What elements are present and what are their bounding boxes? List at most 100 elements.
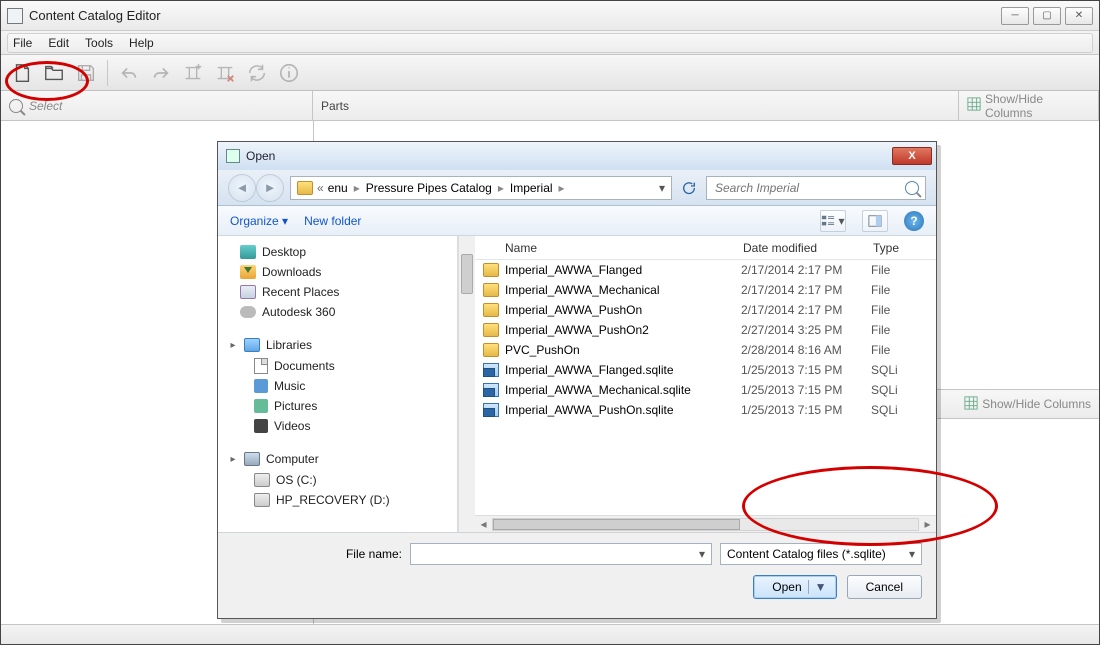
refresh-icon[interactable] — [242, 59, 272, 87]
window-titlebar: Content Catalog Editor ─ ▢ ✕ — [1, 1, 1099, 31]
folder-icon — [483, 263, 499, 277]
tree-drive-d[interactable]: HP_RECOVERY (D:) — [222, 490, 453, 510]
drive-icon — [254, 493, 270, 507]
menu-tools[interactable]: Tools — [77, 34, 121, 52]
menu-file[interactable]: File — [5, 34, 40, 52]
file-row[interactable]: Imperial_AWWA_Mechanical2/17/2014 2:17 P… — [475, 280, 936, 300]
col-name[interactable]: Name — [475, 241, 735, 255]
folder-icon — [483, 343, 499, 357]
dialog-titlebar: Open X — [218, 142, 936, 170]
file-date: 2/28/2014 8:16 AM — [741, 343, 871, 357]
col-type[interactable]: Type — [865, 241, 936, 255]
sqlite-icon — [483, 383, 499, 397]
file-name: Imperial_AWWA_Flanged.sqlite — [505, 363, 741, 377]
save-icon[interactable] — [71, 59, 101, 87]
open-button[interactable]: Open▼ — [753, 575, 836, 599]
tree-music[interactable]: Music — [222, 376, 453, 396]
undo-icon[interactable] — [114, 59, 144, 87]
breadcrumb-seg-2[interactable]: Imperial — [510, 181, 553, 195]
dialog-search[interactable] — [706, 176, 926, 200]
filename-label: File name: — [232, 547, 402, 561]
tree-libraries[interactable]: ▸Libraries — [222, 334, 453, 356]
dialog-search-input[interactable] — [713, 180, 893, 196]
recent-icon — [240, 285, 256, 299]
redo-icon[interactable] — [146, 59, 176, 87]
breadcrumb-seg-0[interactable]: enu — [328, 181, 348, 195]
file-row[interactable]: Imperial_AWWA_Flanged2/17/2014 2:17 PMFi… — [475, 260, 936, 280]
tree-videos[interactable]: Videos — [222, 416, 453, 436]
cancel-button[interactable]: Cancel — [847, 575, 922, 599]
file-row[interactable]: Imperial_AWWA_Mechanical.sqlite1/25/2013… — [475, 380, 936, 400]
info-icon[interactable] — [274, 59, 304, 87]
nav-refresh-button[interactable] — [678, 177, 700, 199]
tree-downloads[interactable]: Downloads — [222, 262, 453, 282]
dialog-close-button[interactable]: X — [892, 147, 932, 165]
tree-recent-places[interactable]: Recent Places — [222, 282, 453, 302]
delete-part-icon[interactable] — [210, 59, 240, 87]
nav-forward-button[interactable]: ► — [256, 174, 284, 202]
status-strip — [1, 624, 1099, 644]
file-row[interactable]: PVC_PushOn2/28/2014 8:16 AMFile — [475, 340, 936, 360]
file-type: SQLi — [871, 363, 936, 377]
tree-filter-panel[interactable]: Select — [1, 91, 313, 120]
menu-bar: File Edit Tools Help — [1, 31, 1099, 55]
tree-pictures[interactable]: Pictures — [222, 396, 453, 416]
preview-pane-button[interactable] — [862, 210, 888, 232]
file-date: 2/27/2014 3:25 PM — [741, 323, 871, 337]
vertical-scrollbar[interactable] — [458, 236, 475, 532]
tree-desktop[interactable]: Desktop — [222, 242, 453, 262]
view-mode-button[interactable]: ▾ — [820, 210, 846, 232]
file-row[interactable]: Imperial_AWWA_Flanged.sqlite1/25/2013 7:… — [475, 360, 936, 380]
file-date: 1/25/2013 7:15 PM — [741, 363, 871, 377]
parts-label: Parts — [321, 99, 349, 113]
nav-tree[interactable]: Desktop Downloads Recent Places Autodesk… — [218, 236, 458, 532]
tree-documents[interactable]: Documents — [222, 356, 453, 376]
file-name: Imperial_AWWA_Mechanical.sqlite — [505, 383, 741, 397]
libraries-icon — [244, 338, 260, 352]
file-filter-select[interactable]: Content Catalog files (*.sqlite)▾ — [720, 543, 922, 565]
menu-help[interactable]: Help — [121, 34, 162, 52]
drive-icon — [254, 473, 270, 487]
file-type: SQLi — [871, 383, 936, 397]
add-part-icon[interactable] — [178, 59, 208, 87]
col-date[interactable]: Date modified — [735, 241, 865, 255]
file-type: File — [871, 263, 936, 277]
file-row[interactable]: Imperial_AWWA_PushOn.sqlite1/25/2013 7:1… — [475, 400, 936, 420]
search-icon — [9, 99, 23, 113]
file-row[interactable]: Imperial_AWWA_PushOn2/17/2014 2:17 PMFil… — [475, 300, 936, 320]
column-headers[interactable]: Name Date modified Type — [475, 236, 936, 260]
columns-toggle[interactable]: Show/Hide Columns — [959, 91, 1099, 120]
file-row[interactable]: Imperial_AWWA_PushOn22/27/2014 3:25 PMFi… — [475, 320, 936, 340]
grid-icon — [964, 396, 978, 413]
tree-computer[interactable]: ▸Computer — [222, 448, 453, 470]
file-type: File — [871, 283, 936, 297]
open-dialog: Open X ◄ ► « enu▸ Pressure Pipes Catalog… — [217, 141, 937, 619]
file-type: File — [871, 343, 936, 357]
folder-icon — [483, 283, 499, 297]
toolbar-separator — [107, 60, 108, 86]
pictures-icon — [254, 399, 268, 413]
new-icon[interactable] — [7, 59, 37, 87]
breadcrumb-seg-1[interactable]: Pressure Pipes Catalog — [366, 181, 492, 195]
maximize-button[interactable]: ▢ — [1033, 7, 1061, 25]
dialog-title: Open — [246, 149, 890, 163]
dialog-navbar: ◄ ► « enu▸ Pressure Pipes Catalog▸ Imper… — [218, 170, 936, 206]
new-folder-button[interactable]: New folder — [304, 214, 361, 228]
organize-menu[interactable]: Organize ▾ — [230, 214, 288, 228]
file-rows: Imperial_AWWA_Flanged2/17/2014 2:17 PMFi… — [475, 260, 936, 515]
close-button[interactable]: ✕ — [1065, 7, 1093, 25]
filename-input[interactable]: ▾ — [410, 543, 712, 565]
horizontal-scrollbar[interactable]: ◂▸ — [475, 515, 936, 532]
tree-drive-c[interactable]: OS (C:) — [222, 470, 453, 490]
sqlite-icon — [483, 363, 499, 377]
dialog-toolbar: Organize ▾ New folder ▾ ? — [218, 206, 936, 236]
menu-edit[interactable]: Edit — [40, 34, 77, 52]
minimize-button[interactable]: ─ — [1001, 7, 1029, 25]
help-button[interactable]: ? — [904, 211, 924, 231]
nav-back-button[interactable]: ◄ — [228, 174, 256, 202]
folder-icon — [483, 303, 499, 317]
open-icon[interactable] — [39, 59, 69, 87]
tree-autodesk360[interactable]: Autodesk 360 — [222, 302, 453, 322]
breadcrumb[interactable]: « enu▸ Pressure Pipes Catalog▸ Imperial▸… — [290, 176, 672, 200]
downloads-icon — [240, 265, 256, 279]
